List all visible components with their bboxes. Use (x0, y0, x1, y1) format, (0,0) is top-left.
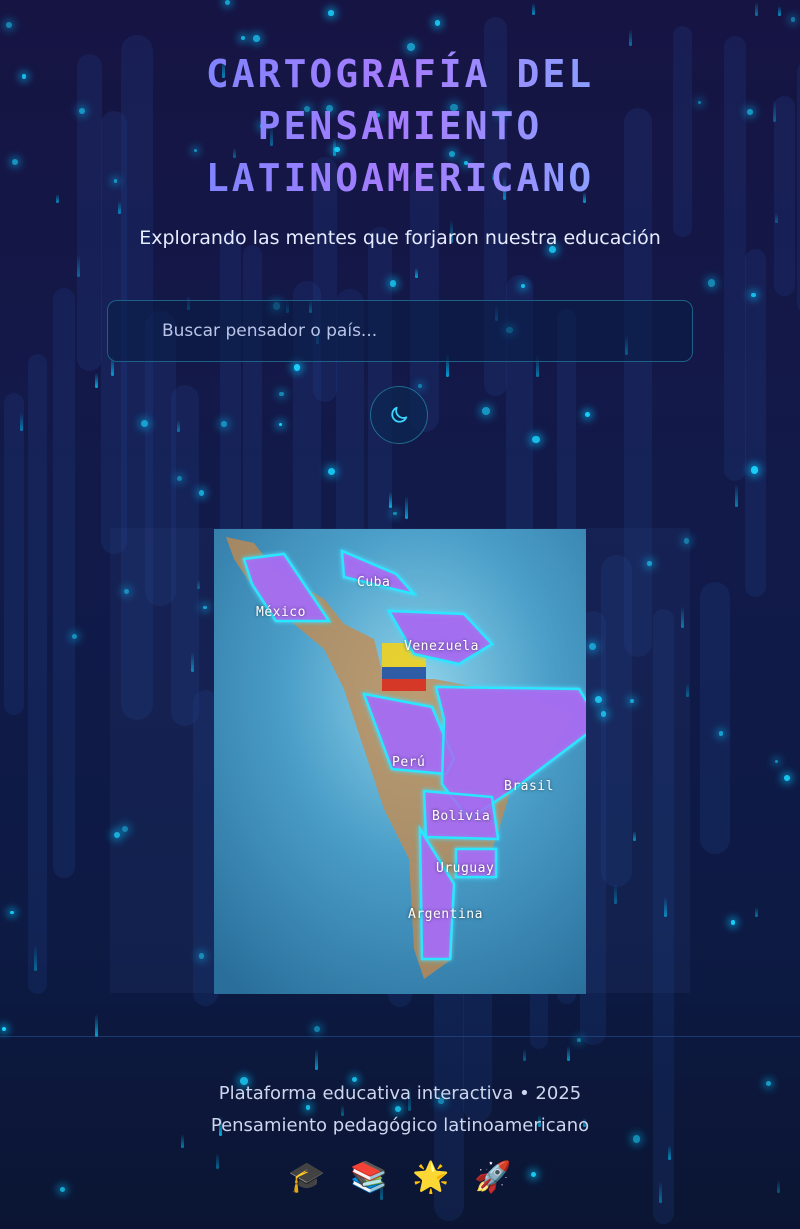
title-line: CARTOGRAFÍA DEL (205, 52, 595, 96)
bg-glow-dot (784, 774, 790, 781)
bg-glow-dot (313, 1025, 321, 1033)
bg-glow-dot (707, 279, 716, 288)
country-label[interactable]: Uruguay (436, 861, 494, 876)
bg-glow-dot (71, 633, 77, 639)
bg-glow-dot (532, 435, 540, 444)
bg-glow-dot (198, 490, 204, 496)
bg-glow-dot (10, 910, 14, 915)
bg-light-streak (315, 1049, 319, 1071)
bg-light-streak (34, 944, 38, 971)
theme-toggle-button[interactable] (370, 386, 428, 444)
latin-america-map: México Cuba Venezuela Perú Brasil Bolivia Urug… (214, 529, 586, 994)
bg-glow-dot (351, 1076, 358, 1083)
bg-glow-dot (585, 412, 591, 418)
bg-light-streak (668, 1144, 672, 1160)
bg-glow-dot (328, 10, 334, 16)
bg-light-streak (76, 254, 80, 278)
graduation-cap-icon: 🎓 (288, 1160, 326, 1195)
bg-light-streak (755, 907, 759, 918)
page-subtitle: Explorando las mentes que forjaron nuest… (139, 227, 661, 249)
title-line: PENSAMIENTO (257, 104, 543, 148)
bg-glow-dot (389, 280, 397, 288)
bg-light-streak (629, 29, 633, 46)
bg-light-streak (735, 484, 739, 508)
bg-glow-dot (751, 292, 756, 298)
country-label[interactable]: Perú (392, 755, 425, 770)
colombia-flag-stripe (382, 679, 426, 691)
moon-icon (391, 406, 408, 423)
footer-line-1: Plataforma educativa interactiva • 2025 (218, 1083, 582, 1104)
bg-glow-dot (632, 1135, 641, 1144)
bg-light-streak (19, 412, 23, 432)
bg-glow-dot (520, 284, 525, 288)
bg-glow-dot (774, 759, 778, 763)
country-label[interactable]: Venezuela (404, 639, 479, 654)
bg-stripe (27, 354, 47, 994)
bg-glow-dot (220, 420, 227, 427)
bg-glow-dot (278, 423, 282, 427)
star-icon: 🌟 (412, 1160, 450, 1195)
bg-light-streak (405, 496, 409, 519)
books-icon: 📚 (350, 1160, 388, 1195)
bg-glow-dot (393, 511, 397, 516)
bg-glow-dot (328, 467, 336, 476)
search-bar[interactable] (107, 300, 693, 362)
bg-light-streak (774, 213, 778, 224)
bg-glow-dot (279, 391, 284, 396)
colombia-flag-stripe (382, 667, 426, 679)
bg-glow-dot (730, 919, 736, 925)
bg-glow-dot (417, 384, 422, 389)
footer-divider (0, 1036, 800, 1037)
bg-glow-dot (718, 731, 724, 736)
country-label[interactable]: Bolivia (432, 809, 490, 824)
bg-glow-dot (253, 35, 260, 42)
country-label[interactable]: Argentina (408, 907, 483, 922)
search-input[interactable] (160, 320, 692, 342)
bg-stripe (700, 581, 731, 855)
bg-light-streak (522, 1048, 526, 1061)
bg-light-streak (95, 372, 99, 389)
bg-glow-dot (395, 1105, 402, 1113)
country-label[interactable]: Cuba (357, 575, 390, 590)
bg-glow-dot (482, 407, 491, 415)
bg-light-streak (94, 1014, 98, 1037)
footer-icons: 🎓 📚 🌟 🚀 (0, 1160, 800, 1195)
country-label[interactable]: México (256, 605, 306, 620)
bg-glow-dot (293, 364, 300, 371)
bg-glow-dot (435, 20, 441, 26)
bg-glow-dot (176, 475, 182, 481)
bg-light-streak (177, 420, 181, 432)
bg-glow-dot (224, 0, 230, 6)
bg-glow-dot (2, 1026, 7, 1031)
bg-stripe (744, 248, 766, 597)
bg-glow-dot (240, 35, 245, 40)
bg-light-streak (778, 6, 782, 16)
bg-glow-dot (141, 419, 149, 428)
bg-glow-dot (576, 1038, 581, 1042)
bg-light-streak (755, 2, 759, 16)
bg-stripe (52, 287, 75, 879)
page-title: CARTOGRAFÍA DEL PENSAMIENTO LATINOAMERIC… (0, 48, 800, 204)
bg-stripe (3, 392, 24, 715)
bg-glow-dot (750, 466, 759, 474)
bg-light-streak (531, 3, 535, 16)
footer-line-2: Pensamiento pedagógico latinoamericano (210, 1115, 590, 1136)
bg-light-streak (414, 268, 418, 279)
country-label[interactable]: Brasil (504, 779, 554, 794)
bg-glow-dot (305, 1105, 311, 1110)
bg-glow-dot (790, 17, 796, 22)
bg-light-streak (388, 491, 392, 509)
bg-glow-dot (6, 22, 13, 29)
title-line: LATINOAMERICANO (205, 156, 595, 200)
bg-light-streak (567, 1046, 570, 1061)
rocket-icon: 🚀 (474, 1160, 512, 1195)
